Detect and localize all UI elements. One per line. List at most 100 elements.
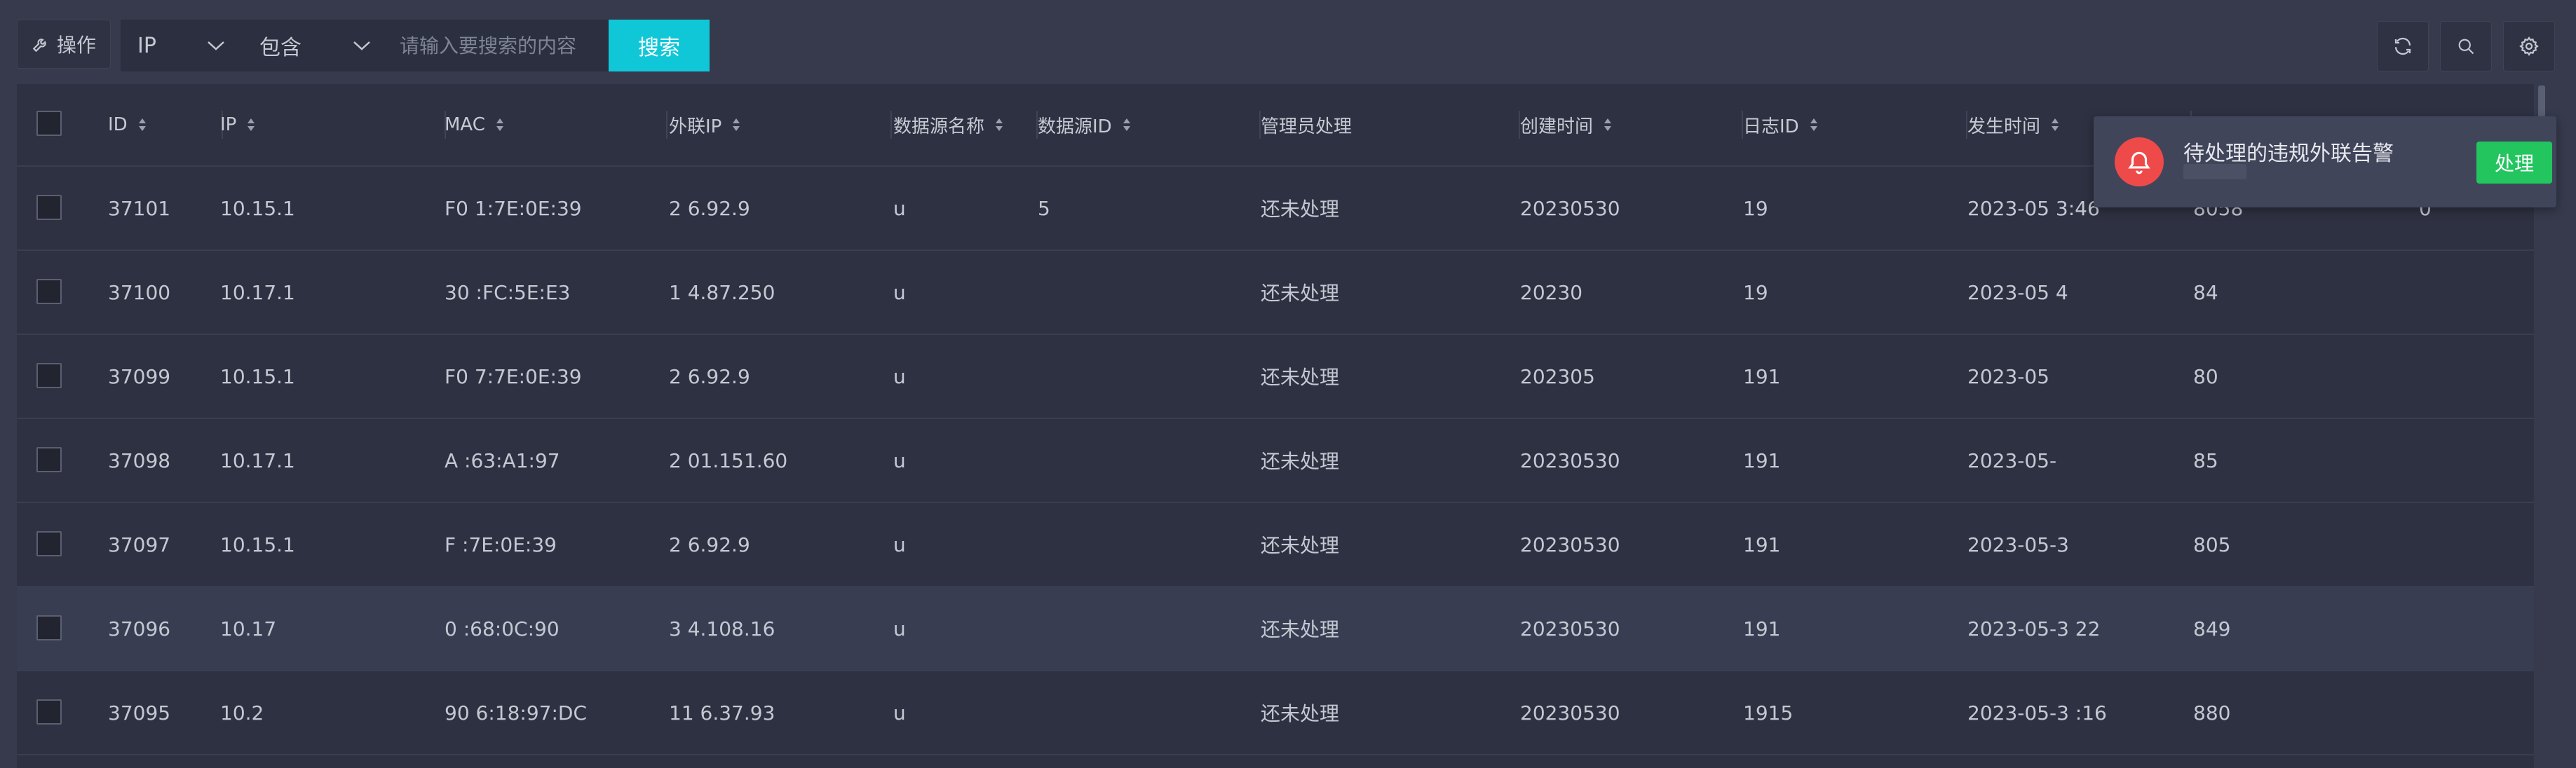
sort-icon bbox=[2050, 117, 2060, 132]
cell-occurred: 2023-05 3:46 bbox=[1967, 196, 2100, 220]
gear-icon bbox=[2519, 36, 2540, 57]
cell-extra: 805 bbox=[2193, 533, 2231, 556]
sort-icon bbox=[994, 117, 1004, 132]
table-row[interactable]: 37097 10.15.1 F :7E:0E:39 2 6.92.9 u 还未处… bbox=[17, 503, 2534, 587]
table-row[interactable]: 37098 10.17.1 A :63:A1:97 2 01.151.60 u … bbox=[17, 419, 2534, 503]
column-header-source-id[interactable]: 数据源ID bbox=[1038, 84, 1261, 165]
cell-id: 37096 bbox=[108, 617, 171, 640]
sort-icon bbox=[137, 117, 147, 132]
sort-icon bbox=[731, 117, 741, 132]
cell-log-id: 191 bbox=[1743, 364, 1781, 388]
cell-occurred: 2023-05-3 :16 bbox=[1967, 701, 2107, 725]
handle-alert-button[interactable]: 处理 bbox=[2476, 142, 2552, 184]
column-header-log-id[interactable]: 日志ID bbox=[1743, 84, 1967, 165]
row-checkbox[interactable] bbox=[36, 531, 62, 556]
cell-source-name: u bbox=[893, 280, 906, 304]
row-checkbox[interactable] bbox=[36, 195, 62, 220]
cell-created: 20230530 bbox=[1520, 533, 1620, 556]
notification-subtext bbox=[2183, 164, 2246, 179]
cell-ext-ip: 2 6.92.9 bbox=[669, 196, 750, 220]
violation-alert-notification: 待处理的违规外联告警 处理 bbox=[2094, 116, 2556, 207]
cell-extra: 849 bbox=[2193, 617, 2231, 640]
cell-created: 20230530 bbox=[1520, 617, 1620, 640]
cell-created: 202305 bbox=[1520, 364, 1595, 388]
column-header-mac[interactable]: MAC bbox=[445, 84, 667, 165]
cell-extra: 80 bbox=[2193, 364, 2218, 388]
cell-source-name: u bbox=[893, 701, 906, 725]
select-all-checkbox[interactable] bbox=[36, 111, 62, 136]
chevron-down-icon bbox=[352, 39, 372, 52]
cell-extra: 85 bbox=[2193, 448, 2218, 472]
sort-icon bbox=[1122, 117, 1132, 132]
cell-created: 20230530 bbox=[1520, 448, 1620, 472]
cell-log-id: 19 bbox=[1743, 196, 1768, 220]
match-select[interactable]: 包含 bbox=[243, 20, 388, 71]
cell-source-name: u bbox=[893, 533, 906, 556]
cell-admin: 还未处理 bbox=[1261, 366, 1340, 389]
cell-ip: 10.17 bbox=[220, 617, 277, 640]
cell-admin: 还未处理 bbox=[1261, 282, 1340, 305]
cell-source-id: 5 bbox=[1038, 196, 1050, 220]
cell-mac: F0 1:7E:0E:39 bbox=[445, 196, 582, 220]
row-checkbox[interactable] bbox=[36, 363, 62, 388]
table-row[interactable]: 37100 10.17.1 30 :FC:5E:E3 1 4.87.250 u … bbox=[17, 251, 2534, 335]
cell-id: 37101 bbox=[108, 196, 171, 220]
search-icon bbox=[2456, 36, 2476, 56]
table-row[interactable]: 37096 10.17 0 :68:0C:90 3 4.108.16 u 还未处… bbox=[17, 587, 2534, 671]
cell-id: 37095 bbox=[108, 701, 171, 725]
search-toggle-button[interactable] bbox=[2440, 21, 2492, 71]
cell-occurred: 2023-05-3 bbox=[1967, 533, 2069, 556]
row-checkbox[interactable] bbox=[36, 615, 62, 640]
cell-mac: A :63:A1:97 bbox=[445, 448, 560, 472]
search-button[interactable]: 搜索 bbox=[609, 20, 710, 71]
cell-log-id: 191 bbox=[1743, 448, 1781, 472]
cell-ip: 10.2 bbox=[220, 701, 264, 725]
table-scrollbar[interactable] bbox=[2538, 85, 2545, 119]
cell-log-id: 1915 bbox=[1743, 701, 1794, 725]
column-header-admin: 管理员处理 bbox=[1261, 84, 1520, 165]
cell-ext-ip: 2 6.92.9 bbox=[669, 364, 750, 388]
cell-source-name: u bbox=[893, 364, 906, 388]
row-checkbox[interactable] bbox=[36, 447, 62, 472]
cell-mac: 30 :FC:5E:E3 bbox=[445, 280, 571, 304]
bell-icon bbox=[2115, 137, 2164, 186]
cell-admin: 还未处理 bbox=[1261, 198, 1340, 221]
row-checkbox[interactable] bbox=[36, 699, 62, 725]
column-header-ip[interactable]: IP bbox=[220, 84, 446, 165]
cell-ext-ip: 2 6.92.9 bbox=[669, 533, 750, 556]
cell-admin: 还未处理 bbox=[1261, 450, 1340, 473]
cell-mac: 90 6:18:97:DC bbox=[445, 701, 588, 725]
cell-source-name: u bbox=[893, 196, 906, 220]
sort-icon bbox=[495, 117, 505, 132]
table-row[interactable]: 37099 10.15.1 F0 7:7E:0E:39 2 6.92.9 u 还… bbox=[17, 335, 2534, 419]
operation-button[interactable]: 操作 bbox=[17, 20, 111, 69]
cell-occurred: 2023-05 bbox=[1967, 364, 2049, 388]
cell-ext-ip: 3 4.108.16 bbox=[669, 617, 775, 640]
sort-icon bbox=[1603, 117, 1613, 132]
field-select[interactable]: IP bbox=[121, 20, 243, 71]
column-header-created[interactable]: 创建时间 bbox=[1520, 84, 1743, 165]
row-checkbox[interactable] bbox=[36, 279, 62, 304]
table-row[interactable]: 37095 10.2 90 6:18:97:DC 11 6.37.93 u 还未… bbox=[17, 671, 2534, 755]
match-select-value: 包含 bbox=[259, 36, 301, 60]
cell-ext-ip: 1 4.87.250 bbox=[669, 280, 775, 304]
cell-admin: 还未处理 bbox=[1261, 534, 1340, 557]
refresh-icon bbox=[2392, 36, 2413, 57]
search-input[interactable] bbox=[388, 20, 609, 71]
cell-source-name: u bbox=[893, 448, 906, 472]
cell-mac: 0 :68:0C:90 bbox=[445, 617, 560, 640]
cell-occurred: 2023-05 4 bbox=[1967, 280, 2068, 304]
cell-extra: 84 bbox=[2193, 280, 2218, 304]
cell-ext-ip: 2 01.151.60 bbox=[669, 448, 788, 472]
cell-admin: 还未处理 bbox=[1261, 702, 1340, 725]
cell-ip: 10.15.1 bbox=[220, 196, 295, 220]
operation-label: 操作 bbox=[56, 34, 96, 57]
column-header-source-name[interactable]: 数据源名称 bbox=[893, 84, 1038, 165]
settings-button[interactable] bbox=[2503, 21, 2555, 71]
refresh-button[interactable] bbox=[2377, 21, 2429, 71]
cell-ip: 10.15.1 bbox=[220, 364, 295, 388]
sort-icon bbox=[246, 117, 256, 132]
column-header-id[interactable]: ID bbox=[108, 84, 223, 165]
cell-extra: 880 bbox=[2193, 701, 2231, 725]
column-header-ext-ip[interactable]: 外联IP bbox=[669, 84, 892, 165]
